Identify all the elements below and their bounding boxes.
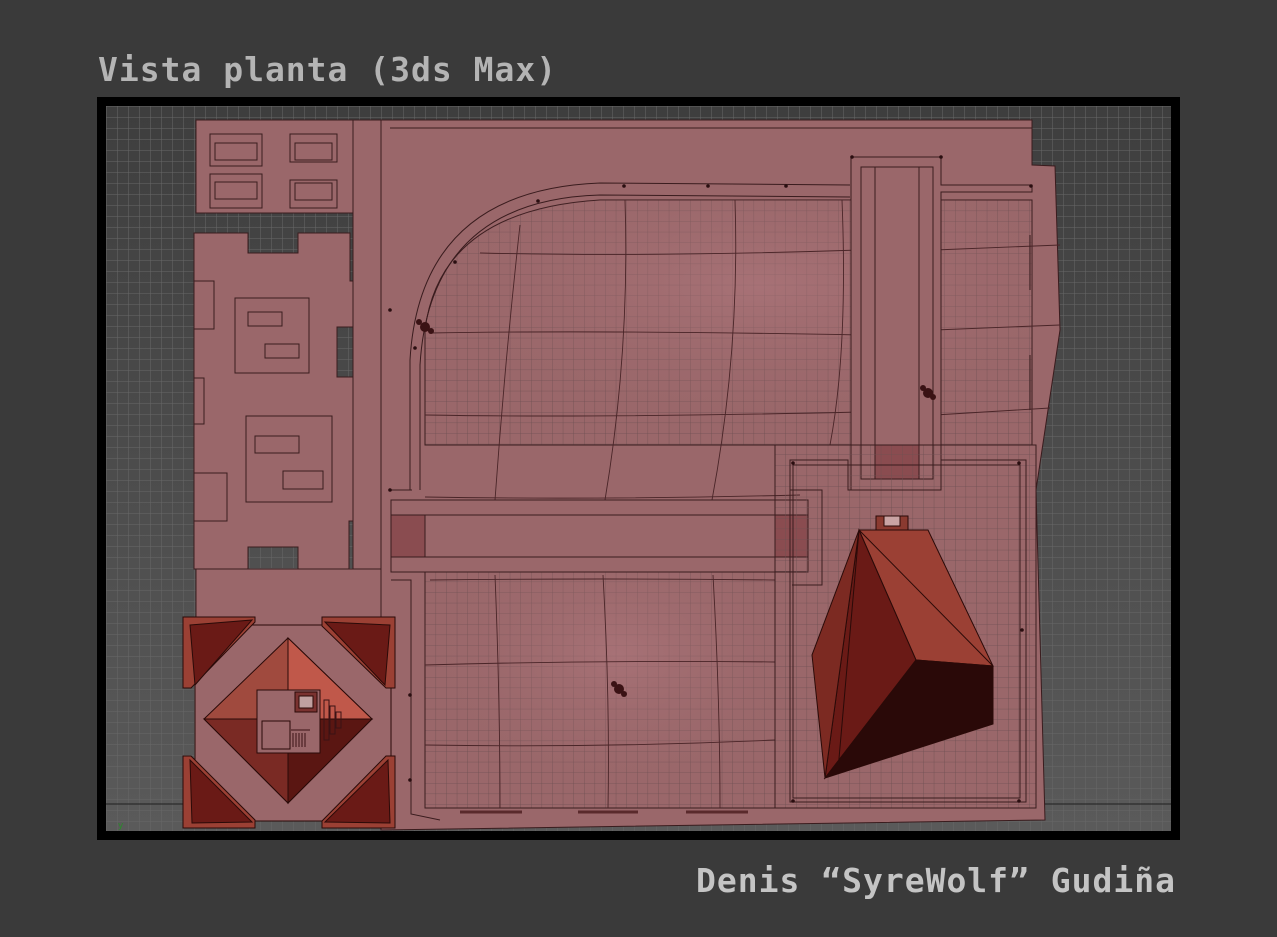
viewport-canvas[interactable]: y bbox=[106, 106, 1171, 831]
author-credit: Denis “SyreWolf” Gudiña bbox=[696, 861, 1176, 900]
top-viewport[interactable]: y bbox=[97, 97, 1180, 840]
horizontal-beam bbox=[390, 499, 809, 573]
ornament-prop[interactable] bbox=[182, 616, 396, 829]
vertical-strip bbox=[352, 119, 382, 570]
view-title: Vista planta (3ds Max) bbox=[98, 50, 558, 89]
axis-label: y bbox=[118, 821, 124, 831]
